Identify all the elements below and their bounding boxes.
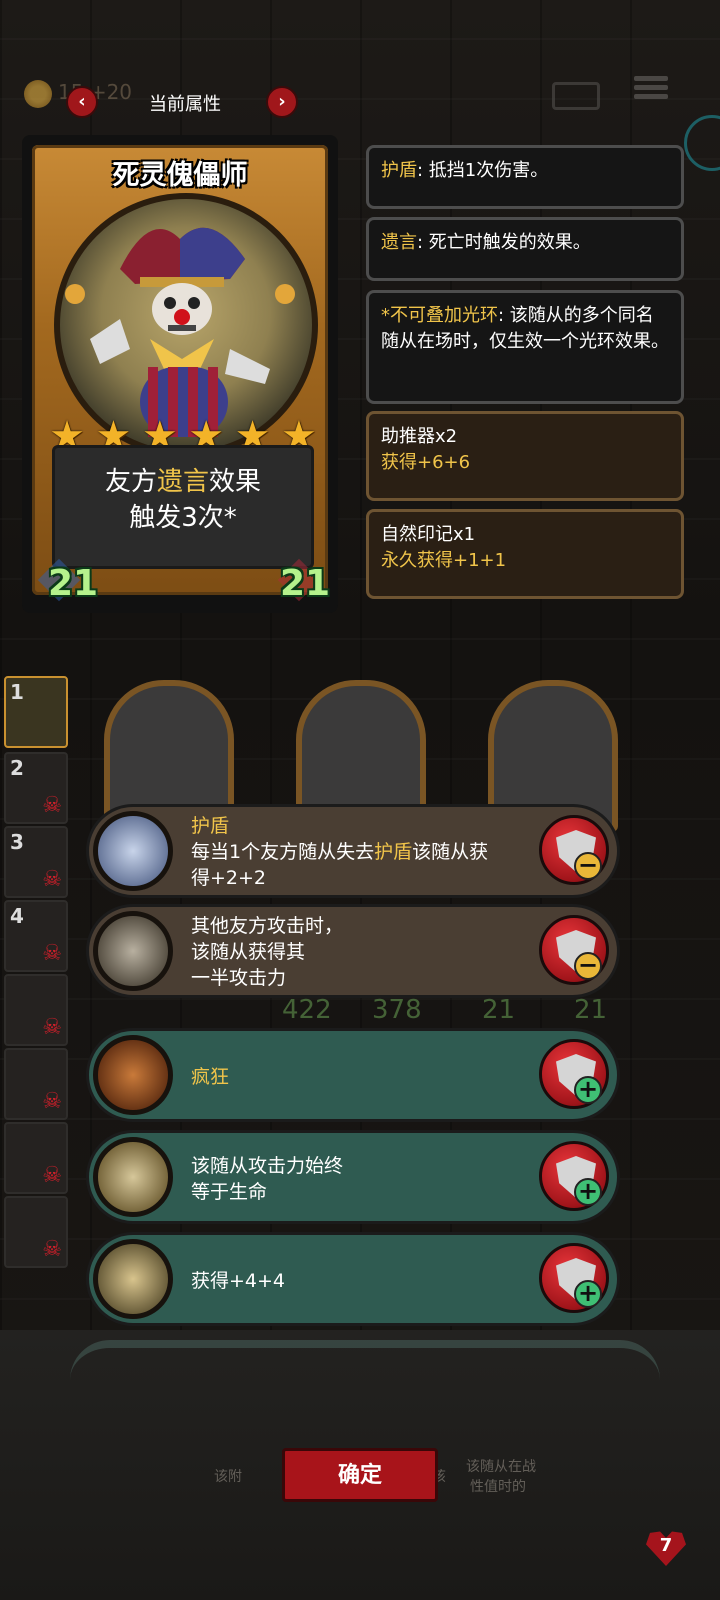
skull-icon: ☠ bbox=[42, 867, 62, 892]
buff-nature-mark-panel: 自然印记x1 永久获得+1+1 bbox=[366, 509, 684, 599]
ranking-item[interactable]: ☠ bbox=[4, 1048, 68, 1120]
horn-icon bbox=[93, 1035, 173, 1115]
battery-icon bbox=[552, 82, 600, 110]
skill-description: 护盾 每当1个友方随从失去护盾该随从获 得+2+2 bbox=[191, 815, 489, 889]
gold-coin-icon bbox=[24, 80, 52, 108]
skull-icon: ☠ bbox=[42, 1089, 62, 1114]
skill-row-shield[interactable]: 护盾 每当1个友方随从失去护盾该随从获 得+2+2 − bbox=[86, 804, 620, 898]
prev-arrow-button[interactable]: ‹ bbox=[66, 86, 98, 118]
add-skill-button[interactable]: + bbox=[539, 1141, 609, 1211]
faded-card-text: 该附 bbox=[214, 1469, 242, 1485]
next-arrow-button[interactable]: › bbox=[266, 86, 298, 118]
ranking-item[interactable]: 1 bbox=[4, 676, 68, 748]
keyword-shield-panel: 护盾: 抵挡1次伤害。 bbox=[366, 145, 684, 209]
card-ability-box: 友方遗言效果 触发3次* bbox=[52, 445, 314, 569]
ranking-item[interactable]: ☠ bbox=[4, 1196, 68, 1268]
card-name: 死灵傀儡师 bbox=[112, 160, 248, 191]
skull-icon: ☠ bbox=[42, 793, 62, 818]
card-ability-text: 友方遗言效果 触发3次* bbox=[104, 467, 262, 533]
add-skill-button[interactable]: + bbox=[539, 1039, 609, 1109]
health-value: 21 bbox=[280, 563, 331, 604]
skill-description: 获得+4+4 bbox=[191, 1270, 286, 1292]
minus-icon: − bbox=[574, 952, 602, 980]
attack-value: 21 bbox=[48, 563, 99, 604]
top-bar: 15 +20 ‹ 当前属性 › bbox=[0, 70, 720, 130]
keyword-aura-panel: *不可叠加光环: 该随从的多个同名随从在场时，仅生效一个光环效果。 bbox=[366, 290, 684, 404]
bat-icon bbox=[93, 1239, 173, 1319]
confirm-button[interactable]: 确定 bbox=[282, 1448, 438, 1502]
add-skill-button[interactable]: + bbox=[539, 1243, 609, 1313]
board-stat: 422 bbox=[282, 995, 332, 1025]
ranking-item[interactable]: ☠ bbox=[4, 974, 68, 1046]
card-frame: 死灵傀儡师 ★ ★ ★ ★ ★ ★ 友方遗言效果 触发3次* 21 21 bbox=[32, 145, 330, 604]
skill-row-scales[interactable]: 该随从攻击力始终 等于生命 + bbox=[86, 1130, 620, 1224]
player-health: 7 bbox=[659, 1535, 673, 1556]
skill-row-frenzy[interactable]: 疯狂 + bbox=[86, 1028, 620, 1122]
plus-icon: + bbox=[574, 1076, 602, 1104]
skull-icon: ☠ bbox=[42, 1237, 62, 1262]
skill-description: 该随从攻击力始终 等于生命 bbox=[191, 1155, 344, 1203]
ranking-item[interactable]: 2 ☠ bbox=[4, 752, 68, 824]
board-stat: 21 bbox=[574, 995, 608, 1025]
skill-description: 疯狂 bbox=[191, 1066, 230, 1088]
skill-row-staff[interactable]: 其他友方攻击时， 该随从获得其 一半攻击力 − bbox=[86, 904, 620, 998]
ranking-item[interactable]: 3 ☠ bbox=[4, 826, 68, 898]
staff-icon bbox=[93, 911, 173, 991]
board-stat: 21 bbox=[482, 995, 516, 1025]
ranking-item[interactable]: ☠ bbox=[4, 1122, 68, 1194]
minus-icon: − bbox=[574, 852, 602, 880]
keyword-deathrattle-panel: 遗言: 死亡时触发的效果。 bbox=[366, 217, 684, 281]
minion-card: 死灵傀儡师 ★ ★ ★ ★ ★ ★ 友方遗言效果 触发3次* 21 21 bbox=[22, 135, 338, 613]
board-stat: 378 bbox=[372, 995, 422, 1025]
skill-row-bat[interactable]: 获得+4+4 + bbox=[86, 1232, 620, 1326]
remove-skill-button[interactable]: − bbox=[539, 815, 609, 885]
shield-orb-icon bbox=[93, 811, 173, 891]
skull-icon: ☠ bbox=[42, 1015, 62, 1040]
faded-card-text: 性值时的 bbox=[470, 1479, 526, 1495]
skull-icon: ☠ bbox=[42, 941, 62, 966]
skull-icon: ☠ bbox=[42, 1163, 62, 1188]
faded-card-text: 该随从在战 bbox=[466, 1459, 536, 1475]
buff-booster-panel: 助推器x2 获得+6+6 bbox=[366, 411, 684, 501]
ranking-item[interactable]: 4 ☠ bbox=[4, 900, 68, 972]
scales-icon bbox=[93, 1137, 173, 1217]
menu-icon[interactable] bbox=[634, 72, 668, 106]
attribute-title: 当前属性 bbox=[149, 94, 221, 115]
plus-icon: + bbox=[574, 1280, 602, 1308]
plus-icon: + bbox=[574, 1178, 602, 1206]
remove-skill-button[interactable]: − bbox=[539, 915, 609, 985]
skill-description: 其他友方攻击时， 该随从获得其 一半攻击力 bbox=[191, 915, 344, 989]
